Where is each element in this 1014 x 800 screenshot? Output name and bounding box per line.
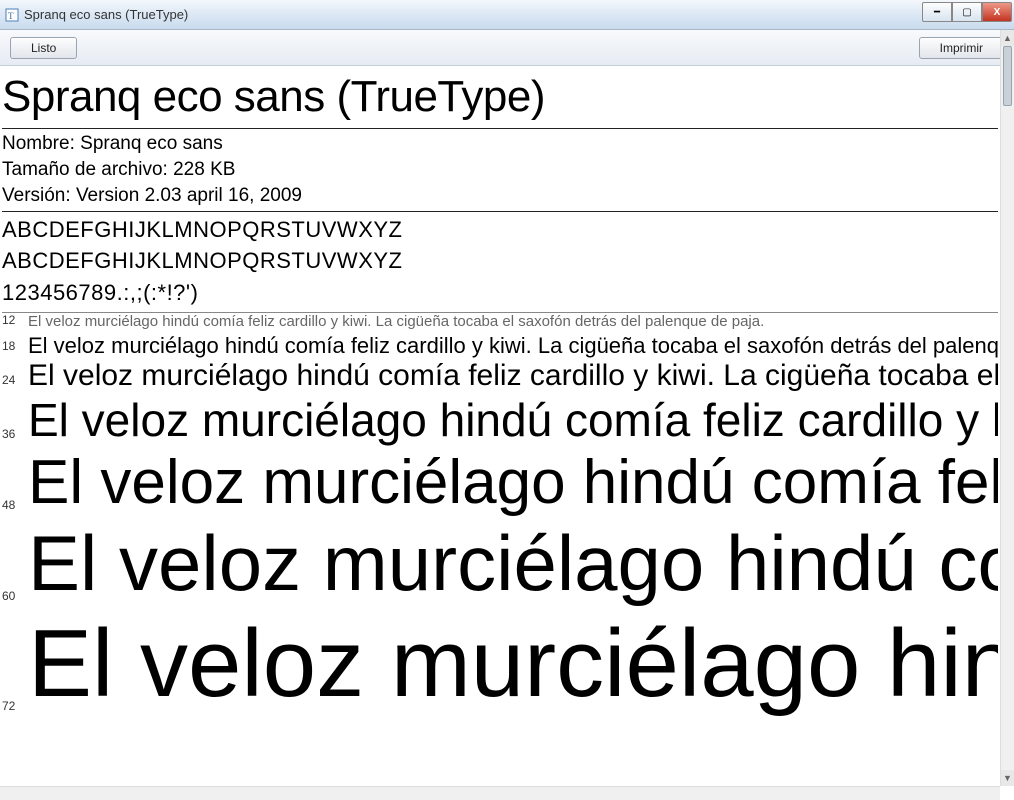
sample-text: El veloz murciélago hindú comía feliz ca… bbox=[28, 609, 998, 719]
minimize-button[interactable]: ━ bbox=[922, 2, 952, 22]
close-button[interactable]: X bbox=[982, 2, 1012, 22]
scroll-down-icon[interactable]: ▼ bbox=[1001, 770, 1014, 786]
window-controls: ━ ▢ X bbox=[922, 2, 1012, 22]
font-name-value: Spranq eco sans bbox=[80, 133, 223, 154]
print-button[interactable]: Imprimir bbox=[919, 37, 1004, 59]
sample-text: El veloz murciélago hindú comía feliz ca… bbox=[28, 393, 998, 447]
scroll-thumb[interactable] bbox=[1003, 46, 1012, 106]
font-version-value: Version 2.03 april 16, 2009 bbox=[76, 185, 302, 206]
horizontal-scrollbar[interactable] bbox=[0, 786, 1000, 800]
vertical-scrollbar[interactable]: ▲ ▼ bbox=[1000, 30, 1014, 786]
sample-size-label: 72 bbox=[2, 699, 28, 719]
maximize-button[interactable]: ▢ bbox=[952, 2, 982, 22]
font-filesize-label: Tamaño de archivo: bbox=[2, 159, 168, 180]
font-name-label: Nombre: bbox=[2, 133, 75, 154]
font-filesize-value: 228 KB bbox=[173, 159, 235, 180]
sample-row-48: 48 El veloz murciélago hindú comía feliz… bbox=[2, 447, 998, 518]
sample-size-label: 24 bbox=[2, 373, 28, 393]
sample-text: El veloz murciélago hindú comía feliz ca… bbox=[28, 333, 998, 359]
separator bbox=[2, 211, 998, 212]
sample-row-36: 36 El veloz murciélago hindú comía feliz… bbox=[2, 393, 998, 447]
sample-size-label: 12 bbox=[2, 313, 28, 333]
svg-text:T: T bbox=[8, 11, 14, 21]
sample-text: El veloz murciélago hindú comía feliz ca… bbox=[28, 313, 764, 330]
sample-size-label: 60 bbox=[2, 589, 28, 609]
separator bbox=[2, 128, 998, 129]
scroll-up-icon[interactable]: ▲ bbox=[1001, 30, 1014, 46]
font-filesize-row: Tamaño de archivo: 228 KB bbox=[2, 157, 998, 183]
font-preview-content: Spranq eco sans (TrueType) Nombre: Spran… bbox=[0, 66, 1000, 786]
sample-text: El veloz murciélago hindú comía feliz ca… bbox=[28, 447, 998, 518]
sample-text: El veloz murciélago hindú comía feliz ca… bbox=[28, 359, 998, 393]
charset-upper: ABCDEFGHIJKLMNOPQRSTUVWXYZ bbox=[2, 214, 998, 246]
titlebar: T Spranq eco sans (TrueType) ━ ▢ X bbox=[0, 0, 1014, 30]
sample-row-24: 24 El veloz murciélago hindú comía feliz… bbox=[2, 359, 998, 393]
sample-size-label: 48 bbox=[2, 498, 28, 518]
sample-size-label: 18 bbox=[2, 339, 28, 359]
sample-row-60: 60 El veloz murciélago hindú comía feliz… bbox=[2, 518, 998, 609]
font-version-row: Versión: Version 2.03 april 16, 2009 bbox=[2, 183, 998, 209]
font-display-title: Spranq eco sans (TrueType) bbox=[2, 66, 998, 126]
sample-row-18: 18 El veloz murciélago hindú comía feliz… bbox=[2, 333, 998, 359]
sample-list: 12 El veloz murciélago hindú comía feliz… bbox=[2, 312, 998, 719]
sample-row-72: 72 El veloz murciélago hindú comía feliz… bbox=[2, 609, 998, 719]
sample-row-12: 12 El veloz murciélago hindú comía feliz… bbox=[2, 313, 998, 333]
charset-lower: ABCDEFGHIJKLMNOPQRSTUVWXYZ bbox=[2, 245, 998, 277]
font-version-label: Versión: bbox=[2, 185, 71, 206]
font-file-icon: T bbox=[4, 7, 20, 23]
sample-text: El veloz murciélago hindú comía feliz ca… bbox=[28, 518, 998, 609]
font-name-row: Nombre: Spranq eco sans bbox=[2, 131, 998, 157]
done-button[interactable]: Listo bbox=[10, 37, 77, 59]
toolbar: Listo Imprimir bbox=[0, 30, 1014, 66]
window-title: Spranq eco sans (TrueType) bbox=[24, 7, 188, 22]
charset-digits: 123456789.:,;(:*!?') bbox=[2, 277, 998, 309]
sample-size-label: 36 bbox=[2, 427, 28, 447]
